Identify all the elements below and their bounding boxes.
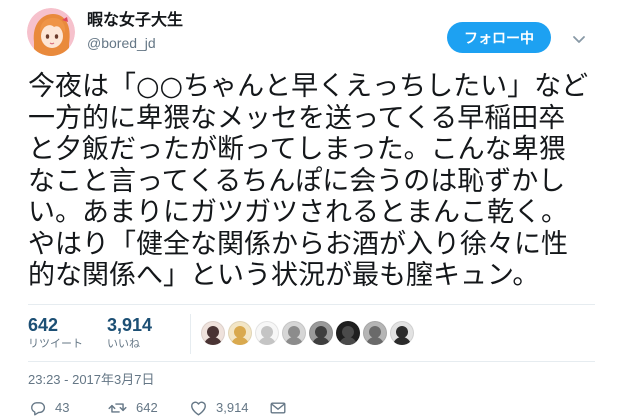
liker-avatar[interactable] [390,321,414,345]
liker-avatar[interactable] [363,321,387,345]
tweet-line: と夕飯だったが断ってしまった。こんな卑猥 [28,134,566,165]
liker-avatar-body [339,337,357,345]
stats-divider [190,314,191,354]
liker-avatar-row [201,321,417,345]
liker-avatar-body [312,337,330,345]
like-count: 3,914 [107,315,153,335]
liker-avatar-body [204,337,222,345]
retweet-count: 642 [28,315,59,335]
like-action-count: 3,914 [216,400,249,415]
direct-message-button[interactable] [270,400,286,416]
reply-button[interactable]: 43 [30,400,69,416]
liker-avatar-body [366,337,384,345]
reply-icon [30,400,46,416]
liker-avatar[interactable] [336,321,360,345]
liker-avatar-body [258,337,276,345]
heart-icon [190,400,207,416]
tweet-line: 的な関係へ」という状況が最も膣キュン。 [28,260,540,291]
liker-avatar[interactable] [201,321,225,345]
display-name[interactable]: 暇な女子大生 [87,10,183,30]
avatar-anime-girl-icon [27,8,75,56]
liker-avatar-body [231,337,249,345]
tweet-line: い。あまりにガツガツされるとまんこ乾く。 [28,197,568,228]
like-stat[interactable]: 3,914 いいね [107,314,152,351]
tweet-timestamp: 23:23 - 2017年3月7日 [28,372,155,387]
retweet-icon [108,400,127,416]
following-button[interactable]: フォロー中 [447,22,551,53]
liker-avatar[interactable] [255,321,279,345]
mail-icon [270,401,286,415]
retweet-stat[interactable]: 642 リツイート [28,314,83,351]
retweet-action-count: 642 [136,400,158,415]
user-handle[interactable]: @bored_jd [87,34,156,52]
tweet-line: 一方的に卑猥なメッセを送ってくる早稲田卒 [28,102,566,134]
liker-avatar[interactable] [228,321,252,345]
liker-avatar[interactable] [309,321,333,345]
divider [28,361,595,362]
tweet-text: 今夜は「○○ちゃんと早くえっちしたい」など 一方的に卑猥なメッセを送ってくる早稲… [28,71,588,292]
like-label: いいね [107,337,140,350]
liker-avatar[interactable] [282,321,306,345]
like-button[interactable]: 3,914 [190,400,249,416]
retweet-button[interactable]: 642 [108,400,158,416]
divider [28,304,595,305]
profile-avatar[interactable] [27,8,75,56]
liker-avatar-body [393,337,411,345]
liker-avatar-body [285,337,303,345]
tweet-line: やはり「健全な関係からお酒が入り徐々に性 [28,228,568,260]
chevron-down-icon[interactable] [571,31,587,47]
tweet-line: なこと言ってくるちんぽに会うのは恥ずかし [28,165,566,197]
following-button-label: フォロー中 [464,30,534,47]
retweet-label: リツイート [28,337,83,350]
reply-count: 43 [55,400,70,415]
tweet-line: 今夜は「○○ちゃんと早くえっちしたい」など [28,71,589,102]
